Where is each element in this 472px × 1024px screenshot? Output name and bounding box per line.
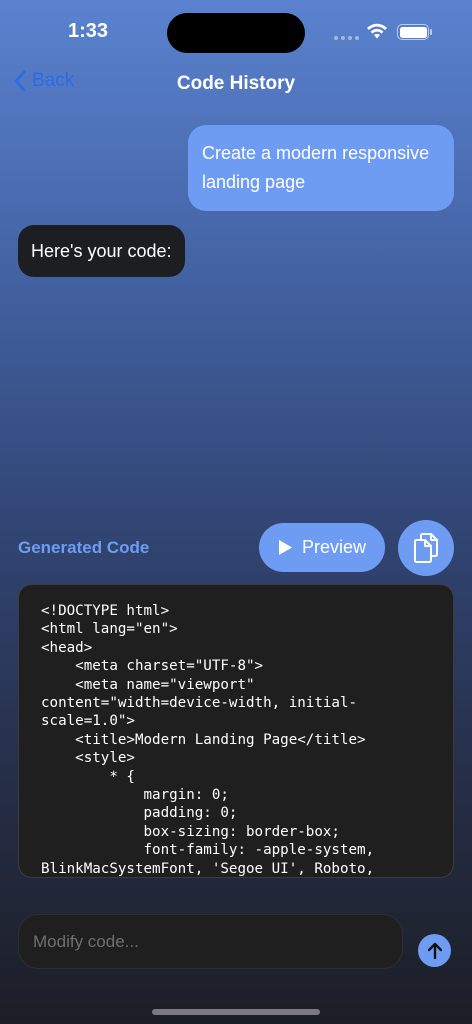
status-bar: 1:33 (0, 0, 472, 64)
modify-code-field[interactable] (18, 914, 403, 969)
copy-icon (414, 533, 438, 563)
navigation-bar: Back Code History (0, 64, 472, 104)
generated-code-title: Generated Code (18, 538, 150, 557)
preview-button[interactable]: Preview (259, 523, 385, 572)
dynamic-island (167, 13, 305, 53)
user-message-bubble: Create a modern responsive landing page (188, 125, 454, 211)
status-time: 1:33 (68, 20, 109, 42)
preview-label: Preview (301, 537, 367, 557)
code-text: <!DOCTYPE html> <html lang="en"> <head> … (41, 603, 375, 877)
wifi-icon (367, 23, 387, 39)
arrow-up-icon (427, 942, 442, 959)
assistant-message-bubble: Here's your code: (18, 225, 185, 277)
copy-button[interactable] (398, 520, 454, 576)
code-viewer[interactable]: <!DOCTYPE html> <html lang="en"> <head> … (18, 584, 454, 878)
page-title: Code History (176, 73, 296, 94)
home-indicator (152, 1009, 320, 1015)
modify-code-input[interactable] (33, 932, 388, 952)
cellular-signal-icon (334, 36, 359, 40)
send-button[interactable] (418, 934, 451, 967)
battery-icon (397, 24, 429, 40)
battery-cap (430, 29, 432, 35)
play-icon (278, 540, 292, 555)
